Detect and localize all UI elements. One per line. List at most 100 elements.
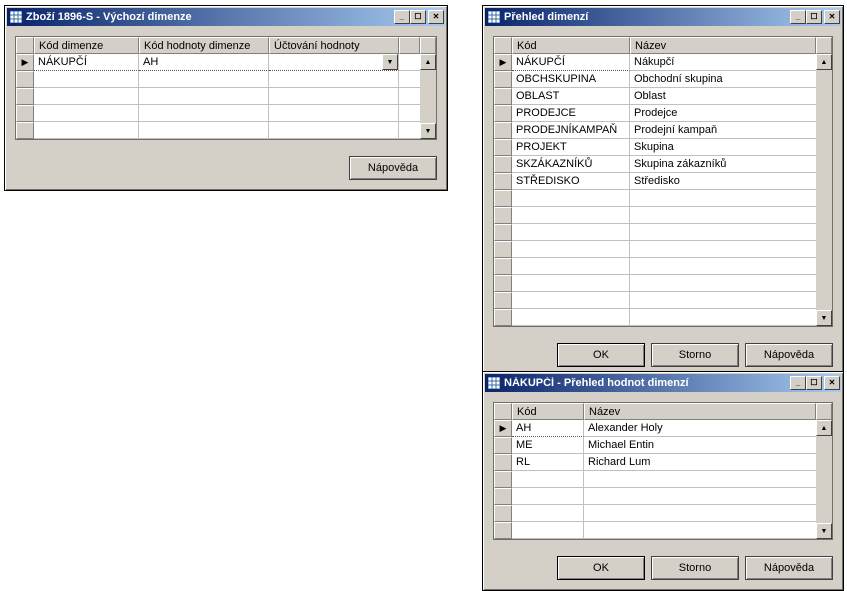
ok-button[interactable]: OK [557,556,645,580]
vertical-scrollbar[interactable]: ▲ ▼ [816,54,832,326]
table-row[interactable] [16,122,436,139]
cell-nazev[interactable]: Alexander Holy [584,420,832,437]
scroll-up-icon[interactable]: ▲ [816,420,832,436]
table-row[interactable]: PRODEJNÍKAMPAŇProdejní kampaň [494,122,832,139]
cell-kod-dimenze[interactable]: NÁKUPČÍ [34,54,139,71]
maximize-button[interactable]: ☐ [806,10,822,24]
cell-nazev[interactable]: Oblast [630,88,832,105]
cell-nazev[interactable]: Nákupčí [630,54,832,71]
help-button[interactable]: Nápověda [349,156,437,180]
col-kod[interactable]: Kód [512,403,584,420]
minimize-button[interactable]: _ [394,10,410,24]
row-selector[interactable]: ▶ [494,420,512,437]
cell-kod[interactable]: OBLAST [512,88,630,105]
dimensions-grid[interactable]: Kód dimenze Kód hodnoty dimenze Účtování… [16,37,436,139]
vertical-scrollbar[interactable]: ▲ ▼ [816,420,832,539]
cell-nazev[interactable]: Skupina [630,139,832,156]
cell-kod[interactable]: STŘEDISKO [512,173,630,190]
col-nazev[interactable]: Název [584,403,816,420]
col-nazev[interactable]: Název [630,37,816,54]
table-row[interactable] [494,292,832,309]
table-row[interactable] [494,241,832,258]
table-row[interactable] [494,505,832,522]
table-row[interactable] [494,471,832,488]
table-row[interactable]: OBCHSKUPINAObchodní skupina [494,71,832,88]
table-row[interactable] [16,71,436,88]
table-row[interactable] [494,190,832,207]
cell-kod[interactable]: RL [512,454,584,471]
cell-nazev[interactable]: Michael Entin [584,437,832,454]
col-uctovani[interactable]: Účtování hodnoty [269,37,399,54]
window-dimension-values: NÁKUPČÍ - Přehled hodnot dimenzí _ ☐ ✕ K… [482,371,844,591]
table-row[interactable] [16,88,436,105]
col-kod-dimenze[interactable]: Kód dimenze [34,37,139,54]
table-row[interactable] [494,224,832,241]
cell-nazev[interactable]: Prodejce [630,105,832,122]
table-row[interactable]: STŘEDISKOStředisko [494,173,832,190]
cell-nazev[interactable]: Prodejní kampaň [630,122,832,139]
cancel-button[interactable]: Storno [651,343,739,367]
cell-kod[interactable]: ME [512,437,584,454]
cell-uctovani[interactable]: ▼ [269,54,399,71]
row-selector[interactable]: ▶ [494,54,512,71]
table-row[interactable]: PROJEKTSkupina [494,139,832,156]
cell-kod[interactable]: PRODEJNÍKAMPAŇ [512,122,630,139]
vertical-scrollbar[interactable]: ▲ ▼ [420,54,436,139]
close-button[interactable]: ✕ [428,10,444,24]
dimension-values-grid[interactable]: Kód Název ▶AHAlexander Holy MEMichael En… [494,403,832,539]
maximize-button[interactable]: ☐ [806,376,822,390]
table-row[interactable]: SKZÁKAZNÍKŮSkupina zákazníků [494,156,832,173]
cell-kod[interactable]: PRODEJCE [512,105,630,122]
dimensions-grid[interactable]: Kód Název ▶NÁKUPČÍNákupčí OBCHSKUPINAObc… [494,37,832,326]
titlebar[interactable]: Zboží 1896-S - Výchozí dimenze _ ☐ ✕ [7,8,445,26]
table-row[interactable]: RLRichard Lum [494,454,832,471]
table-row[interactable] [494,522,832,539]
scroll-up-icon[interactable]: ▲ [420,54,436,70]
scroll-down-icon[interactable]: ▼ [816,523,832,539]
cell-kod[interactable]: OBCHSKUPINA [512,71,630,88]
app-icon [487,10,501,24]
table-row[interactable] [494,258,832,275]
titlebar[interactable]: NÁKUPČÍ - Přehled hodnot dimenzí _ ☐ ✕ [485,374,841,392]
scroll-down-icon[interactable]: ▼ [816,310,832,326]
cell-kod[interactable]: PROJEKT [512,139,630,156]
table-row[interactable] [494,309,832,326]
cell-nazev[interactable]: Richard Lum [584,454,832,471]
col-kod-hodnoty[interactable]: Kód hodnoty dimenze [139,37,269,54]
minimize-button[interactable]: _ [790,376,806,390]
table-row[interactable]: ▶AHAlexander Holy [494,420,832,437]
table-row[interactable]: PRODEJCEProdejce [494,105,832,122]
cell-kod-hodnoty[interactable]: AH [139,54,269,71]
table-row[interactable] [494,275,832,292]
window-default-dimensions: Zboží 1896-S - Výchozí dimenze _ ☐ ✕ Kód… [4,5,448,191]
help-button[interactable]: Nápověda [745,556,833,580]
help-button[interactable]: Nápověda [745,343,833,367]
scroll-down-icon[interactable]: ▼ [420,123,436,139]
col-kod[interactable]: Kód [512,37,630,54]
scroll-head [420,37,436,54]
table-row[interactable]: OBLASTOblast [494,88,832,105]
close-button[interactable]: ✕ [824,10,840,24]
minimize-button[interactable]: _ [790,10,806,24]
cell-nazev[interactable]: Obchodní skupina [630,71,832,88]
scroll-up-icon[interactable]: ▲ [816,54,832,70]
cell-nazev[interactable]: Skupina zákazníků [630,156,832,173]
cell-kod[interactable]: AH [512,420,584,437]
app-icon [9,10,23,24]
cell-kod[interactable]: SKZÁKAZNÍKŮ [512,156,630,173]
cell-kod[interactable]: NÁKUPČÍ [512,54,630,71]
cancel-button[interactable]: Storno [651,556,739,580]
table-row[interactable] [16,105,436,122]
table-row[interactable]: MEMichael Entin [494,437,832,454]
row-selector[interactable]: ▶ [16,54,34,71]
cell-nazev[interactable]: Středisko [630,173,832,190]
table-row[interactable]: ▶ NÁKUPČÍ AH ▼ [16,54,436,71]
table-row[interactable] [494,207,832,224]
table-row[interactable]: ▶NÁKUPČÍNákupčí [494,54,832,71]
ok-button[interactable]: OK [557,343,645,367]
close-button[interactable]: ✕ [824,376,840,390]
dropdown-button[interactable]: ▼ [382,54,398,70]
maximize-button[interactable]: ☐ [410,10,426,24]
titlebar[interactable]: Přehled dimenzí _ ☐ ✕ [485,8,841,26]
table-row[interactable] [494,488,832,505]
